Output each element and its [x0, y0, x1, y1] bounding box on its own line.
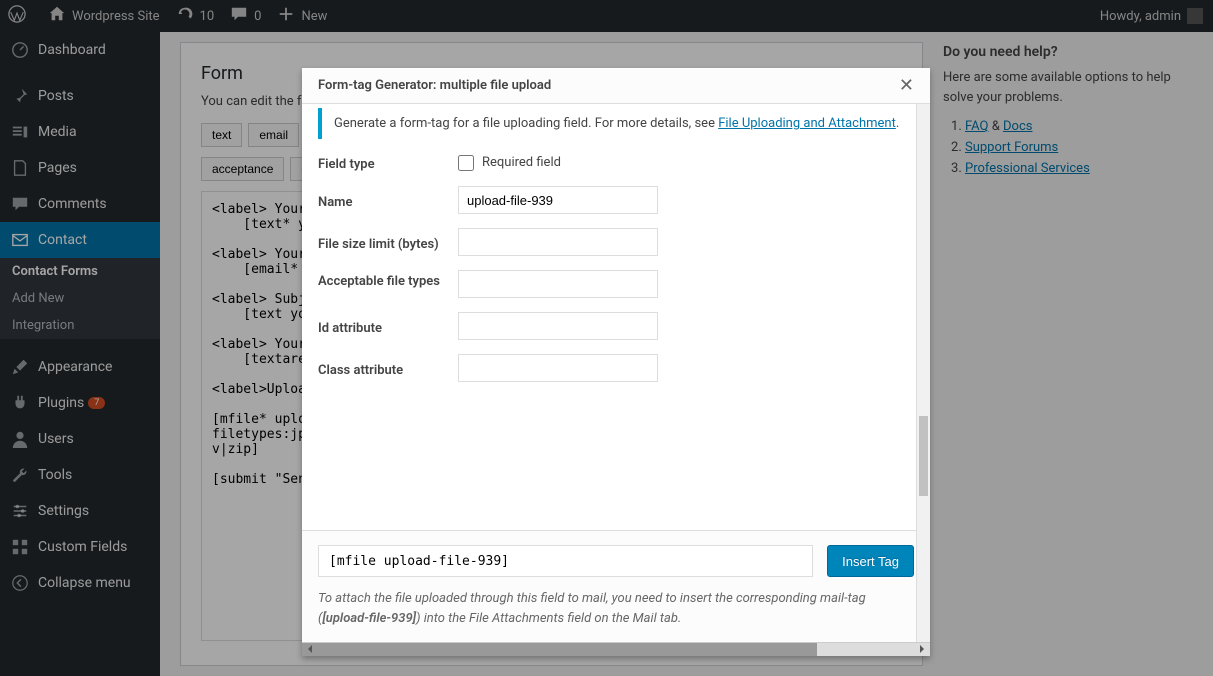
idattr-label: Id attribute: [318, 317, 458, 336]
modal-body: Generate a form-tag for a file uploading…: [302, 104, 930, 531]
insert-tag-button[interactable]: Insert Tag: [827, 545, 914, 577]
filesize-input[interactable]: [458, 228, 658, 256]
vertical-scrollbar[interactable]: [916, 104, 930, 642]
acceptable-input[interactable]: [458, 270, 658, 298]
name-label: Name: [318, 191, 458, 210]
acceptable-row: Acceptable file types: [318, 270, 914, 298]
info-box: Generate a form-tag for a file uploading…: [318, 108, 914, 139]
horizontal-scrollbar[interactable]: [302, 642, 930, 656]
file-uploading-link[interactable]: File Uploading and Attachment: [718, 116, 896, 131]
classattr-label: Class attribute: [318, 359, 458, 378]
modal-title: Form-tag Generator: multiple file upload: [318, 78, 551, 93]
filesize-row: File size limit (bytes): [318, 228, 914, 256]
idattr-row: Id attribute: [318, 312, 914, 340]
modal-header: Form-tag Generator: multiple file upload…: [302, 68, 930, 104]
classattr-row: Class attribute: [318, 354, 914, 382]
filesize-label: File size limit (bytes): [318, 233, 458, 252]
footer-note: To attach the file uploaded through this…: [318, 589, 914, 628]
required-checkbox[interactable]: [458, 155, 474, 171]
form-tag-modal: Form-tag Generator: multiple file upload…: [302, 68, 930, 656]
tag-output[interactable]: [318, 545, 813, 577]
modal-footer: Insert Tag To attach the file uploaded t…: [302, 531, 930, 642]
required-label: Required field: [482, 155, 561, 170]
close-icon[interactable]: ✕: [899, 75, 914, 96]
classattr-input[interactable]: [458, 354, 658, 382]
acceptable-label: Acceptable file types: [318, 270, 458, 289]
mail-tag: [upload-file-939]: [322, 611, 416, 626]
field-type-row: Field type Required field: [318, 153, 914, 172]
name-row: Name: [318, 186, 914, 214]
idattr-input[interactable]: [458, 312, 658, 340]
name-input[interactable]: [458, 186, 658, 214]
field-type-label: Field type: [318, 153, 458, 172]
